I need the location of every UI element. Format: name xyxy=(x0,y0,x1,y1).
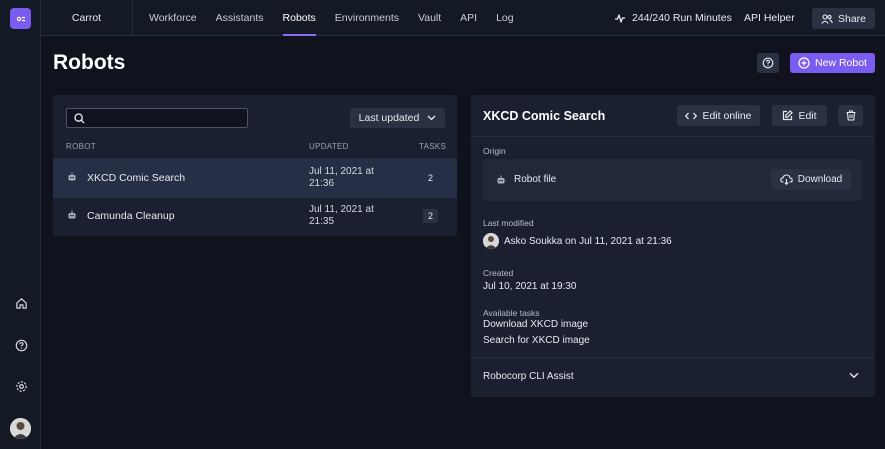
last-modified-on: on xyxy=(565,236,577,247)
download-label: Download xyxy=(797,174,843,185)
cloud-download-icon xyxy=(779,174,793,185)
last-modified-value: Asko Soukka on Jul 11, 2021 at 21:36 xyxy=(504,236,672,247)
user-avatar xyxy=(483,233,499,249)
settings-gear-icon[interactable] xyxy=(11,376,31,396)
robot-task-count: 2 xyxy=(423,209,438,223)
robot-name: XKCD Comic Search xyxy=(87,172,186,184)
delete-button[interactable] xyxy=(838,105,863,126)
sort-label: Last updated xyxy=(358,112,420,124)
column-header-robot[interactable]: ROBOT xyxy=(66,142,96,151)
nav-log[interactable]: Log xyxy=(496,0,514,36)
user-avatar[interactable] xyxy=(10,418,31,439)
left-rail xyxy=(0,0,41,449)
edit-pencil-icon xyxy=(783,110,794,121)
robot-task-count: 2 xyxy=(427,173,433,183)
robot-updated: Jul 11, 2021 at 21:35 xyxy=(309,204,374,227)
robot-list-panel: Last updated ROBOT UPDATED TASKS XKCD Co… xyxy=(53,95,457,236)
origin-box: Robot file Download xyxy=(483,159,862,201)
cli-assist-label: Robocorp CLI Assist xyxy=(483,371,574,382)
robot-icon xyxy=(67,172,77,185)
nav-api[interactable]: API xyxy=(460,0,477,36)
sort-dropdown[interactable]: Last updated xyxy=(350,108,445,128)
page-help-button[interactable] xyxy=(757,53,779,73)
last-modified-label: Last modified xyxy=(483,218,534,228)
users-icon xyxy=(821,13,833,24)
available-tasks-label: Available tasks xyxy=(483,308,540,318)
share-button[interactable]: Share xyxy=(812,8,875,29)
chevron-down-icon xyxy=(849,371,859,382)
robot-name: Camunda Cleanup xyxy=(87,210,175,222)
origin-value: Robot file xyxy=(514,174,557,185)
robot-icon xyxy=(67,210,77,223)
edit-online-label: Edit online xyxy=(702,109,752,122)
last-modified-date: Jul 11, 2021 at 21:36 xyxy=(579,236,672,247)
code-icon xyxy=(685,112,698,119)
robot-updated: Jul 11, 2021 at 21:36 xyxy=(309,166,374,189)
trash-icon xyxy=(846,110,855,121)
created-date: Jul 10, 2021 at 19:30 xyxy=(483,281,577,292)
run-minutes-text: 244/240 Run Minutes xyxy=(632,12,732,24)
api-helper-link[interactable]: API Helper xyxy=(744,0,795,36)
task-item: Download XKCD image xyxy=(483,319,589,330)
edit-button[interactable]: Edit xyxy=(772,105,827,126)
origin-label: Origin xyxy=(483,146,506,156)
nav-environments[interactable]: Environments xyxy=(335,0,399,36)
main-nav: Workforce Assistants Robots Environments… xyxy=(149,0,533,36)
organization-switcher[interactable]: Carrot xyxy=(41,0,133,36)
task-item: Search for XKCD image xyxy=(483,335,590,346)
created-label: Created xyxy=(483,268,514,278)
robot-detail-panel: XKCD Comic Search Edit online Edit Origi… xyxy=(471,95,875,397)
help-circle-icon xyxy=(762,57,774,69)
plus-circle-icon xyxy=(798,57,810,69)
last-modified-user: Asko Soukka xyxy=(504,236,563,247)
new-robot-label: New Robot xyxy=(815,57,867,69)
new-robot-button[interactable]: New Robot xyxy=(790,53,875,73)
column-header-updated[interactable]: UPDATED xyxy=(309,142,349,151)
robocorp-logo-icon[interactable] xyxy=(10,8,31,29)
nav-workforce[interactable]: Workforce xyxy=(149,0,197,36)
page-title: Robots xyxy=(53,51,126,74)
table-row[interactable]: XKCD Comic Search Jul 11, 2021 at 21:36 … xyxy=(53,159,457,197)
robot-icon xyxy=(496,175,506,188)
nav-assistants[interactable]: Assistants xyxy=(216,0,264,36)
top-bar: Carrot Workforce Assistants Robots Envir… xyxy=(41,0,885,36)
nav-vault[interactable]: Vault xyxy=(418,0,441,36)
share-label: Share xyxy=(837,12,867,25)
table-row[interactable]: Camunda Cleanup Jul 11, 2021 at 21:35 2 xyxy=(53,197,457,235)
edit-online-button[interactable]: Edit online xyxy=(677,105,760,126)
cli-assist-accordion[interactable]: Robocorp CLI Assist xyxy=(471,358,875,397)
activity-pulse-icon xyxy=(615,13,625,23)
edit-label: Edit xyxy=(798,109,817,122)
download-button[interactable]: Download xyxy=(771,169,851,190)
search-icon xyxy=(74,113,85,127)
search-input[interactable] xyxy=(66,108,248,128)
chevron-down-icon xyxy=(427,115,436,121)
column-header-tasks[interactable]: TASKS xyxy=(419,142,446,151)
robot-detail-title: XKCD Comic Search xyxy=(483,109,606,123)
help-circle-icon[interactable] xyxy=(11,335,31,355)
run-minutes-indicator[interactable]: 244/240 Run Minutes xyxy=(614,0,732,36)
nav-robots[interactable]: Robots xyxy=(282,0,317,36)
divider xyxy=(471,136,875,137)
home-icon[interactable] xyxy=(11,293,31,313)
